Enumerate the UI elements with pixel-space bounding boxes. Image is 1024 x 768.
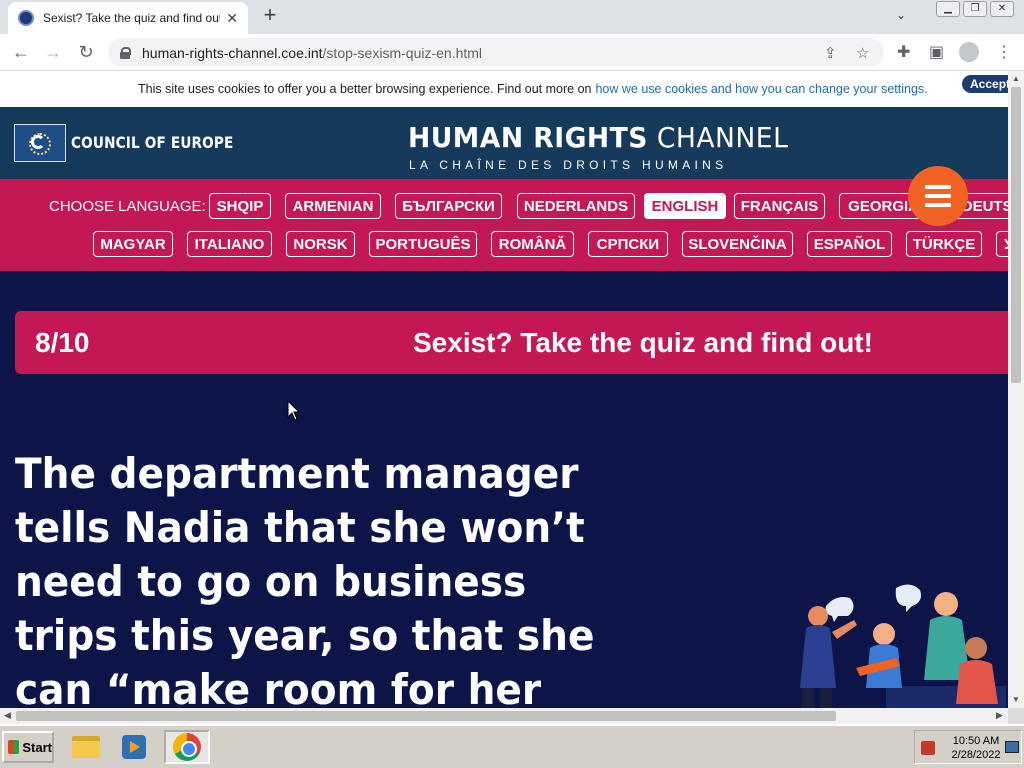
cookie-text: This site uses cookies to offer you a be… bbox=[138, 82, 592, 96]
tab-search-chevron-icon[interactable]: ⌄ bbox=[896, 8, 906, 22]
vertical-scroll-thumb[interactable] bbox=[1011, 87, 1021, 383]
chrome-taskbar-button[interactable] bbox=[164, 730, 210, 764]
lang-dutch[interactable]: NEDERLANDS bbox=[517, 193, 635, 219]
scrollbar-corner bbox=[1008, 708, 1024, 724]
chrome-icon bbox=[173, 733, 201, 761]
site-favicon-icon bbox=[18, 10, 34, 26]
address-bar[interactable]: human-rights-channel.coe.int/stop-sexism… bbox=[108, 38, 884, 67]
lang-hungarian[interactable]: MAGYAR bbox=[93, 231, 173, 257]
share-icon[interactable]: ⇪ bbox=[824, 44, 837, 62]
url-path: /stop-sexism-quiz-en.html bbox=[322, 44, 483, 61]
lang-romanian[interactable]: ROMÂNĂ bbox=[491, 231, 574, 257]
site-title[interactable]: HUMAN RIGHTS CHANNEL bbox=[408, 121, 788, 154]
file-explorer-button[interactable] bbox=[68, 730, 104, 764]
lang-norwegian[interactable]: NORSK bbox=[286, 231, 355, 257]
minimize-button[interactable]: ▁ bbox=[936, 1, 960, 17]
tab-title: Sexist? Take the quiz and find out! bbox=[43, 11, 221, 25]
quiz-header-bar: 8/10 Sexist? Take the quiz and find out! bbox=[15, 311, 1008, 374]
mouse-cursor-icon bbox=[287, 400, 301, 421]
url-host: human-rights-channel.coe.int bbox=[142, 44, 323, 61]
media-player-icon bbox=[122, 735, 146, 759]
choose-language-label: CHOOSE LANGUAGE: bbox=[49, 198, 206, 215]
org-name[interactable]: COUNCIL OF EUROPE bbox=[71, 133, 234, 152]
menu-line bbox=[925, 185, 951, 189]
site-title-bold: HUMAN RIGHTS bbox=[408, 121, 648, 154]
scroll-right-arrow-icon[interactable]: ▶ bbox=[996, 710, 1003, 721]
new-tab-button[interactable]: + bbox=[258, 4, 282, 28]
lang-slovenian[interactable]: SLOVENČINA bbox=[682, 231, 793, 257]
clock-time: 10:50 AM bbox=[952, 735, 1000, 747]
browser-tab[interactable]: Sexist? Take the quiz and find out! ✕ bbox=[8, 2, 248, 34]
folder-icon bbox=[72, 736, 100, 758]
security-alert-icon[interactable] bbox=[921, 741, 935, 755]
horizontal-scrollbar[interactable]: ◀ ▶ bbox=[0, 708, 1008, 724]
lang-ukrainian[interactable]: УКРАЇНСЬКА bbox=[996, 231, 1008, 257]
menu-line bbox=[925, 194, 951, 198]
people-discussion-illustration bbox=[800, 584, 1006, 708]
quiz-progress: 8/10 bbox=[35, 327, 90, 358]
window-controls: ▁ ❐ ✕ bbox=[933, 1, 1014, 17]
lang-shqip[interactable]: SHQIP bbox=[209, 193, 271, 219]
reload-icon[interactable]: ↻ bbox=[75, 41, 97, 63]
lang-spanish[interactable]: ESPAÑOL bbox=[807, 231, 892, 257]
browser-toolbar: ← → ↻ human-rights-channel.coe.int/stop-… bbox=[0, 34, 1024, 71]
back-arrow-icon[interactable]: ← bbox=[10, 41, 32, 63]
language-bar: CHOOSE LANGUAGE: SHQIP ARMENIAN БЪЛГАРСК… bbox=[0, 179, 1008, 271]
quiz-title: Sexist? Take the quiz and find out! bbox=[413, 327, 873, 358]
browser-menu-icon[interactable]: ⋮ bbox=[996, 42, 1012, 62]
browser-tabstrip: Sexist? Take the quiz and find out! ✕ + … bbox=[0, 0, 1024, 34]
lang-italian[interactable]: ITALIANO bbox=[187, 231, 272, 257]
coe-c-icon bbox=[31, 135, 45, 149]
clock[interactable]: 10:50 AM 2/28/2022 bbox=[949, 734, 1003, 762]
side-panel-icon[interactable]: ▣ bbox=[929, 42, 944, 62]
scroll-up-arrow-icon[interactable]: ▲ bbox=[1012, 74, 1020, 83]
clock-date: 2/28/2022 bbox=[951, 749, 1001, 761]
site-subtitle: LA CHAÎNE DES DROITS HUMAINS bbox=[409, 158, 728, 172]
network-icon[interactable] bbox=[1005, 741, 1019, 753]
lang-armenian[interactable]: ARMENIAN bbox=[285, 193, 381, 219]
close-window-button[interactable]: ✕ bbox=[990, 1, 1014, 17]
lang-portuguese[interactable]: PORTUGUÊS bbox=[369, 231, 477, 257]
horizontal-scroll-thumb[interactable] bbox=[16, 711, 836, 721]
vertical-scrollbar[interactable]: ▲ ▼ bbox=[1008, 71, 1024, 708]
scroll-left-arrow-icon[interactable]: ◀ bbox=[4, 710, 11, 721]
hamburger-menu-button[interactable] bbox=[908, 166, 968, 226]
menu-line bbox=[925, 203, 951, 207]
bookmark-star-icon[interactable]: ☆ bbox=[856, 44, 869, 62]
scroll-down-arrow-icon[interactable]: ▼ bbox=[1012, 695, 1020, 704]
page-viewport: This site uses cookies to offer you a be… bbox=[0, 71, 1008, 708]
site-header: COUNCIL OF EUROPE HUMAN RIGHTS CHANNEL L… bbox=[0, 107, 1008, 179]
extensions-puzzle-icon[interactable]: ✚ bbox=[897, 42, 910, 62]
start-button[interactable]: Start bbox=[2, 731, 54, 763]
cookie-banner: This site uses cookies to offer you a be… bbox=[0, 71, 1008, 107]
os-taskbar: Start 10:50 AM 2/28/2022 bbox=[0, 724, 1024, 768]
site-title-light: CHANNEL bbox=[647, 121, 789, 154]
media-player-button[interactable] bbox=[116, 730, 152, 764]
system-tray: 10:50 AM 2/28/2022 bbox=[914, 730, 1022, 764]
lang-french[interactable]: FRANÇAIS bbox=[734, 193, 825, 219]
start-label: Start bbox=[22, 739, 52, 755]
quiz-question: The department manager tells Nadia that … bbox=[15, 449, 595, 708]
windows-flag-icon bbox=[8, 740, 20, 754]
cookie-link[interactable]: how we use cookies and how you can chang… bbox=[595, 82, 927, 96]
lang-english[interactable]: ENGLISH bbox=[644, 193, 726, 219]
lock-icon bbox=[120, 46, 131, 59]
forward-arrow-icon[interactable]: → bbox=[42, 41, 64, 63]
restore-button[interactable]: ❐ bbox=[963, 1, 987, 17]
profile-avatar[interactable] bbox=[959, 42, 979, 62]
council-of-europe-logo[interactable] bbox=[14, 124, 66, 162]
cookie-accept-button[interactable]: Accept bbox=[962, 75, 1008, 93]
close-tab-icon[interactable]: ✕ bbox=[226, 10, 238, 27]
lang-bulgarian[interactable]: БЪЛГАРСКИ bbox=[395, 193, 502, 219]
lang-serbian[interactable]: СРПСКИ bbox=[588, 231, 668, 257]
lang-turkish[interactable]: TÜRKÇE bbox=[906, 231, 982, 257]
